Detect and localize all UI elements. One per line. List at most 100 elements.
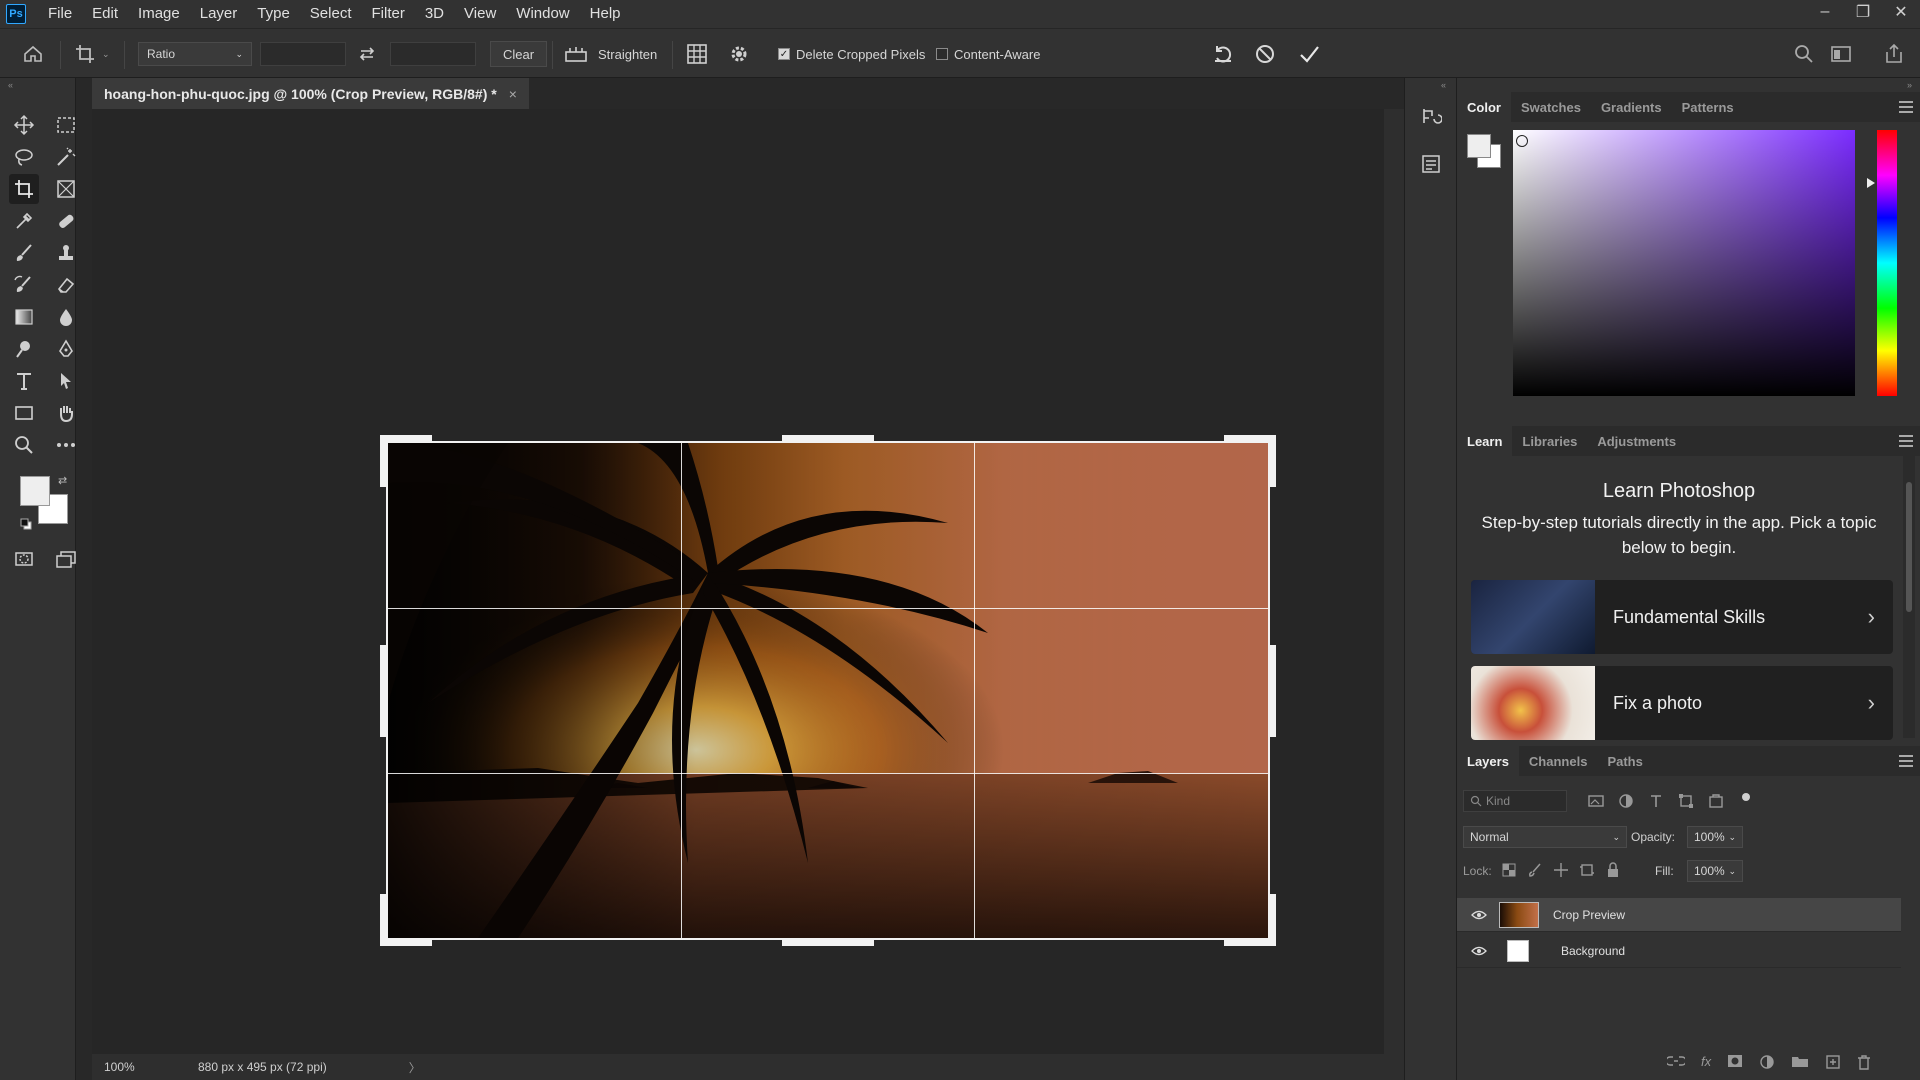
menu-window[interactable]: Window: [506, 0, 579, 28]
crop-handle-right[interactable]: [1270, 645, 1276, 737]
menu-type[interactable]: Type: [247, 0, 300, 28]
zoom-level[interactable]: 100%: [104, 1060, 184, 1074]
healing-brush-icon[interactable]: [51, 206, 81, 236]
hue-slider[interactable]: [1877, 130, 1897, 396]
filter-adjustment-icon[interactable]: [1617, 792, 1635, 810]
panel-foreground-swatch[interactable]: [1467, 134, 1491, 158]
crop-handle-top[interactable]: [782, 435, 874, 441]
tab-layers[interactable]: Layers: [1457, 746, 1519, 776]
panel-menu-icon[interactable]: [1899, 101, 1913, 113]
add-mask-icon[interactable]: [1727, 1054, 1743, 1068]
panel-menu-icon[interactable]: [1899, 755, 1913, 767]
filter-pixel-icon[interactable]: [1587, 792, 1605, 810]
collapse-dock-icon[interactable]: »: [1907, 80, 1912, 90]
learn-scrollbar-thumb[interactable]: [1906, 482, 1912, 612]
crop-tool-icon[interactable]: [9, 174, 39, 204]
new-group-icon[interactable]: [1791, 1054, 1809, 1068]
swap-icon[interactable]: [358, 29, 376, 79]
overlay-grid-icon[interactable]: [686, 29, 708, 79]
opacity-input[interactable]: 100% ⌄: [1687, 826, 1743, 848]
search-icon[interactable]: [1794, 29, 1814, 79]
canvas-area[interactable]: [92, 109, 1384, 1054]
crop-handle-bottom-left[interactable]: [380, 894, 386, 946]
canvas-vertical-scrollbar[interactable]: [1384, 109, 1404, 1054]
color-picker-field[interactable]: [1513, 130, 1855, 396]
commit-crop-icon[interactable]: [1298, 29, 1320, 79]
lasso-icon[interactable]: [9, 142, 39, 172]
dodge-icon[interactable]: [9, 334, 39, 364]
menu-help[interactable]: Help: [580, 0, 631, 28]
straighten-button[interactable]: Straighten: [564, 29, 657, 79]
crop-settings-gear-icon[interactable]: [728, 29, 750, 79]
menu-image[interactable]: Image: [128, 0, 190, 28]
swap-colors-icon[interactable]: ⇄: [58, 474, 67, 487]
crop-handle-bottom-left[interactable]: [380, 940, 432, 946]
hue-slider-marker-icon[interactable]: [1867, 178, 1875, 188]
filter-shape-icon[interactable]: [1677, 792, 1695, 810]
layer-filter-kind[interactable]: Kind: [1463, 790, 1567, 812]
blur-drop-icon[interactable]: [51, 302, 81, 332]
tab-color[interactable]: Color: [1457, 92, 1511, 122]
menu-layer[interactable]: Layer: [190, 0, 248, 28]
tab-gradients[interactable]: Gradients: [1591, 92, 1672, 122]
lock-artboard-icon[interactable]: [1579, 862, 1595, 878]
delete-cropped-pixels-checkbox[interactable]: ✓ Delete Cropped Pixels: [778, 29, 925, 79]
quick-mask-icon[interactable]: [9, 544, 39, 574]
crop-handle-top-left[interactable]: [380, 435, 386, 487]
content-aware-checkbox[interactable]: Content-Aware: [936, 29, 1040, 79]
menu-3d[interactable]: 3D: [415, 0, 454, 28]
tab-paths[interactable]: Paths: [1597, 746, 1652, 776]
layer-style-fx-icon[interactable]: fx: [1701, 1054, 1711, 1070]
crop-handle-bottom[interactable]: [782, 940, 874, 946]
lock-position-icon[interactable]: [1553, 862, 1569, 878]
layer-row-crop-preview[interactable]: Crop Preview: [1457, 898, 1901, 932]
document-tab[interactable]: hoang-hon-phu-quoc.jpg @ 100% (Crop Prev…: [92, 78, 529, 109]
link-layers-icon[interactable]: [1667, 1054, 1685, 1068]
tab-libraries[interactable]: Libraries: [1512, 426, 1587, 456]
restore-button[interactable]: ❐: [1844, 0, 1882, 24]
pen-icon[interactable]: [51, 334, 81, 364]
color-picker-cursor[interactable]: [1516, 135, 1528, 147]
menu-select[interactable]: Select: [300, 0, 362, 28]
close-tab-icon[interactable]: ×: [509, 86, 517, 102]
ratio-height-input[interactable]: [390, 42, 476, 66]
properties-panel-icon[interactable]: [1417, 150, 1445, 178]
tab-learn[interactable]: Learn: [1457, 426, 1513, 456]
workspace-icon[interactable]: [1830, 29, 1852, 79]
rectangular-marquee-icon[interactable]: [51, 110, 81, 140]
learn-scrollbar[interactable]: [1903, 456, 1915, 738]
clear-button[interactable]: Clear: [490, 41, 548, 67]
crop-handle-top-right[interactable]: [1270, 435, 1276, 487]
default-colors-icon[interactable]: [20, 518, 32, 530]
path-selection-icon[interactable]: [51, 366, 81, 396]
screen-mode-icon[interactable]: [51, 544, 81, 574]
eye-icon[interactable]: [1471, 910, 1487, 920]
hand-tool-icon[interactable]: [51, 398, 81, 428]
more-tools-icon[interactable]: [51, 430, 81, 460]
crop-handle-top-left[interactable]: [380, 435, 432, 441]
tab-patterns[interactable]: Patterns: [1672, 92, 1744, 122]
menu-file[interactable]: File: [38, 0, 82, 28]
crop-handle-bottom-right[interactable]: [1224, 940, 1276, 946]
type-tool-icon[interactable]: [9, 366, 39, 396]
close-button[interactable]: ✕: [1882, 0, 1920, 24]
ratio-dropdown[interactable]: Ratio ⌄: [138, 42, 252, 66]
menu-filter[interactable]: Filter: [362, 0, 415, 28]
adjustment-layer-icon[interactable]: [1759, 1054, 1775, 1070]
clone-stamp-icon[interactable]: [51, 238, 81, 268]
layer-row-background[interactable]: Background: [1457, 934, 1901, 968]
panel-menu-icon[interactable]: [1899, 435, 1913, 447]
brush-icon[interactable]: [9, 238, 39, 268]
collapse-strip-icon[interactable]: «: [1441, 80, 1446, 90]
lock-all-icon[interactable]: [1605, 862, 1621, 878]
share-icon[interactable]: [1884, 29, 1904, 79]
foreground-color-swatch[interactable]: [20, 476, 50, 506]
eraser-icon[interactable]: [51, 270, 81, 300]
zoom-tool-icon[interactable]: [9, 430, 39, 460]
rectangle-tool-icon[interactable]: [9, 398, 39, 428]
tab-channels[interactable]: Channels: [1519, 746, 1598, 776]
frame-tool-icon[interactable]: [51, 174, 81, 204]
tab-swatches[interactable]: Swatches: [1511, 92, 1591, 122]
menu-edit[interactable]: Edit: [82, 0, 128, 28]
home-icon[interactable]: [22, 29, 44, 79]
